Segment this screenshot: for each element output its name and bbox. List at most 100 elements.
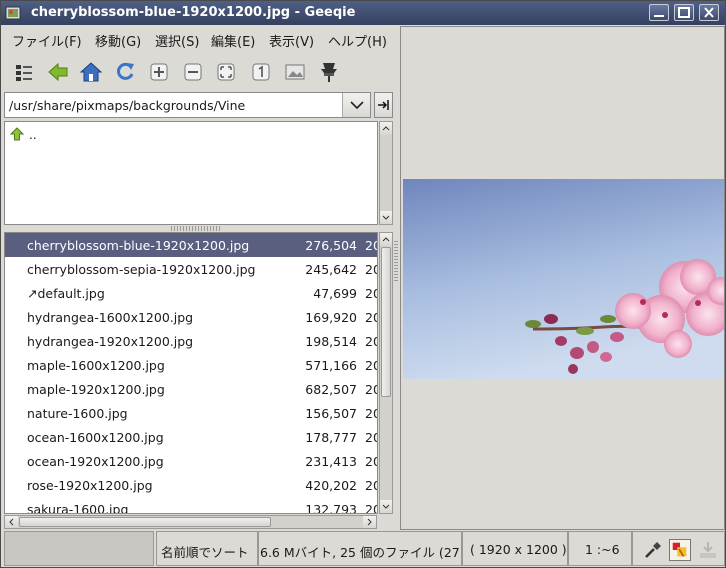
float-icon[interactable] [318,61,340,83]
refresh-icon[interactable] [114,61,136,83]
file-date: 20 [365,478,377,493]
thumbnails-icon[interactable] [13,61,35,83]
menu-edit[interactable]: 編集(E) [211,31,255,50]
file-date: 20 [365,286,377,301]
directory-scrollbar[interactable] [379,121,393,225]
file-size: 682,507 [305,382,357,397]
menu-select[interactable]: 選択(S) [155,31,199,50]
file-size: 571,166 [305,358,357,373]
jump-arrow-icon [378,100,389,110]
up-arrow-icon [10,127,24,141]
image-dimensions-label: ( 1920 x 1200 ) 2 [470,542,568,557]
file-name: cherryblossom-sepia-1920x1200.jpg [27,262,256,277]
file-row[interactable]: hydrangea-1920x1200.jpg 198,514 20 [5,329,377,353]
zoom-status: 1 :~6 [568,531,632,566]
file-date: 20 [365,454,377,469]
pane-splitter-handle[interactable] [171,226,221,231]
file-size: 169,920 [305,310,357,325]
directory-item-parent[interactable]: .. [9,126,349,146]
file-size: 47,699 [313,286,357,301]
path-input[interactable]: /usr/share/pixmaps/backgrounds/Vine [9,98,245,113]
save-icon[interactable] [697,539,719,561]
file-date: 20 [365,406,377,421]
file-row[interactable]: hydrangea-1600x1200.jpg 169,920 20 [5,305,377,329]
path-dropdown-button[interactable] [342,93,370,117]
file-row[interactable]: nature-1600.jpg 156,507 20 [5,401,377,425]
scroll-right-button[interactable] [363,516,376,528]
file-row[interactable]: cherryblossom-sepia-1920x1200.jpg 245,642… [5,257,377,281]
zoom-fit-icon[interactable] [215,61,237,83]
file-row[interactable]: maple-1920x1200.jpg 682,507 20 [5,377,377,401]
chevron-down-icon [382,504,390,509]
file-date: 20 [365,430,377,445]
minimize-icon [654,15,664,17]
file-summary-status: 6.6 Mバイト, 25 個のファイル (27 [258,531,462,566]
file-name: ocean-1600x1200.jpg [27,430,164,445]
close-icon [704,7,714,18]
sort-label: 名前順でソート [161,545,249,560]
toolbar [2,53,395,89]
file-row[interactable]: sakura-1600.jpg 132,793 20 [5,497,377,514]
file-name: sakura-1600.jpg [27,502,129,514]
file-date: 20 [365,334,377,349]
zoom-1-1-icon[interactable] [250,61,272,83]
color-management-icon[interactable] [669,539,691,561]
file-list-scrollbar[interactable] [379,232,393,514]
file-size: 420,202 [305,478,357,493]
file-size: 178,777 [305,430,357,445]
file-list-hscrollbar[interactable] [4,515,377,529]
sort-status[interactable]: 名前順でソート [156,531,258,566]
file-name: hydrangea-1600x1200.jpg [27,310,194,325]
file-summary-label: 6.6 Mバイト, 25 個のファイル (27 [260,545,460,560]
image-viewer[interactable] [400,26,725,530]
file-date: 20 [365,502,377,514]
go-to-path-button[interactable] [374,92,393,118]
color-picker-icon[interactable] [641,539,663,561]
back-icon[interactable] [47,61,69,83]
file-list: cherryblossom-blue-1920x1200.jpg 276,504 2… [4,232,378,514]
menu-view[interactable]: 表示(V) [269,31,314,50]
chevron-down-icon [382,215,390,220]
file-name: ↗default.jpg [27,286,105,301]
file-row[interactable]: maple-1600x1200.jpg 571,166 20 [5,353,377,377]
close-button[interactable] [699,4,719,21]
window-title: cherryblossom-blue-1920x1200.jpg - Geeqi… [31,5,356,20]
file-name: maple-1600x1200.jpg [27,358,165,373]
file-row[interactable]: ↗default.jpg 47,699 20 [5,281,377,305]
scroll-up-button[interactable] [380,233,392,246]
file-row[interactable]: cherryblossom-blue-1920x1200.jpg 276,504 2… [5,233,377,257]
scroll-left-button[interactable] [5,516,18,528]
file-size: 245,642 [305,262,357,277]
scroll-down-button[interactable] [380,500,392,513]
scroll-down-button[interactable] [380,211,392,224]
zoom-in-icon[interactable] [148,61,170,83]
zoom-out-icon[interactable] [182,61,204,83]
scroll-thumb[interactable] [19,517,271,527]
file-name: cherryblossom-blue-1920x1200.jpg [27,238,250,253]
file-row[interactable]: ocean-1600x1200.jpg 178,777 20 [5,425,377,449]
scroll-thumb[interactable] [381,247,391,397]
menu-help[interactable]: ヘルプ(H) [328,31,387,50]
home-icon[interactable] [80,61,102,83]
file-size: 231,413 [305,454,357,469]
menu-file[interactable]: ファイル(F) [12,31,82,50]
file-name: maple-1920x1200.jpg [27,382,165,397]
file-date: 20 [365,310,377,325]
file-date: 20 [365,382,377,397]
file-row[interactable]: rose-1920x1200.jpg 420,202 20 [5,473,377,497]
maximize-button[interactable] [674,4,694,21]
settings-icon[interactable] [284,61,306,83]
file-row[interactable]: ocean-1920x1200.jpg 231,413 20 [5,449,377,473]
image-preview [403,179,724,379]
file-name: hydrangea-1920x1200.jpg [27,334,194,349]
scroll-up-button[interactable] [380,122,392,135]
app-window: cherryblossom-blue-1920x1200.jpg - Geeqi… [0,0,726,568]
menu-bar: ファイル(F) 移動(G) 選択(S) 編集(E) 表示(V) ヘルプ(H) [2,26,395,51]
path-combobox[interactable]: /usr/share/pixmaps/backgrounds/Vine [4,92,371,118]
file-name: nature-1600.jpg [27,406,128,421]
status-bar: 名前順でソート 6.6 Mバイト, 25 個のファイル (27 ( 1920 x… [2,531,726,567]
menu-go[interactable]: 移動(G) [95,31,141,50]
minimize-button[interactable] [649,4,669,21]
pane-divider[interactable] [394,241,398,281]
title-bar[interactable]: cherryblossom-blue-1920x1200.jpg - Geeqi… [1,1,725,25]
